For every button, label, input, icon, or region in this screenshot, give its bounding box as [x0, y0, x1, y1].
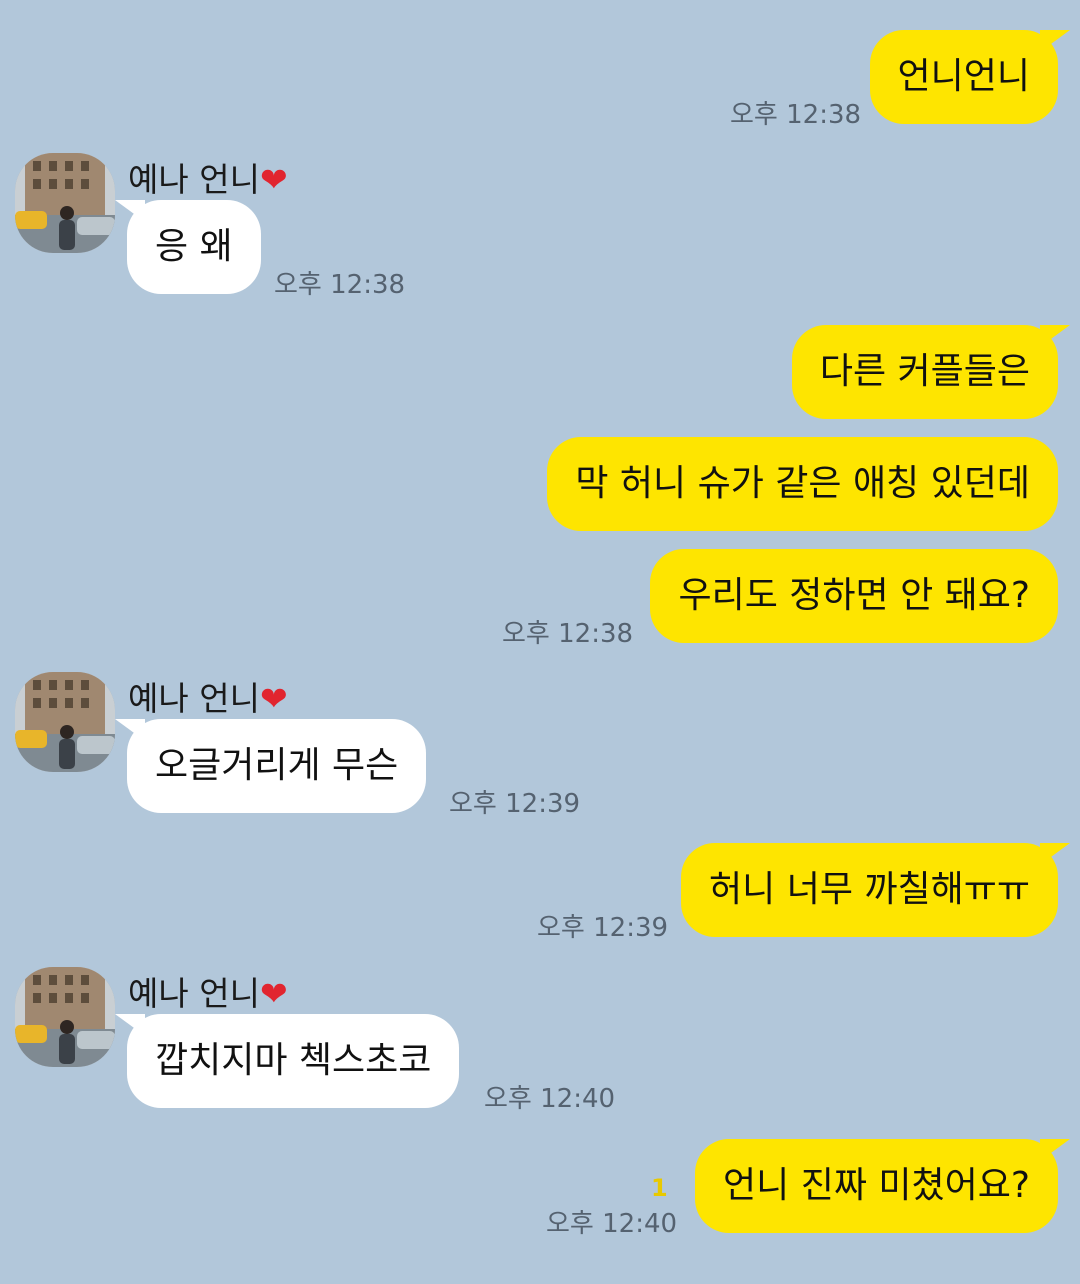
sender-name-text: 예나 언니	[128, 974, 260, 1013]
message-time: 오후 12:39	[537, 913, 669, 943]
sender-name-text: 예나 언니	[128, 679, 260, 718]
my-message-bubble[interactable]: 우리도 정하면 안 돼요?	[650, 549, 1058, 643]
message-text: 깝치지마 첵스초코	[155, 1040, 432, 1081]
avatar-photo	[15, 967, 115, 1067]
their-message-bubble[interactable]: 응 왜	[115, 200, 261, 294]
their-message-bubble[interactable]: 깝치지마 첵스초코	[114, 1014, 460, 1108]
message-time: 오후 12:40	[484, 1084, 616, 1114]
message-text: 막 허니 슈가 같은 애칭 있던데	[575, 463, 1030, 504]
message-text: 오글거리게 무슨	[155, 745, 399, 786]
message-text: 응 왜	[155, 226, 233, 267]
my-message-bubble[interactable]: 언니 진짜 미쳤어요?	[695, 1139, 1070, 1233]
my-message-bubble[interactable]: 다른 커플들은	[791, 325, 1071, 419]
their-message-bubble[interactable]: 오글거리게 무슨	[114, 719, 427, 813]
contact-avatar[interactable]	[15, 967, 115, 1067]
my-message-bubble[interactable]: 언니언니	[869, 30, 1071, 124]
message-time: 오후 12:39	[449, 789, 581, 819]
heart-icon: ❤	[259, 974, 288, 1013]
message-text: 우리도 정하면 안 돼요?	[678, 575, 1030, 616]
message-time: 오후 12:38	[730, 100, 862, 130]
my-message-bubble[interactable]: 막 허니 슈가 같은 애칭 있던데	[547, 437, 1058, 531]
message-time: 오후 12:38	[502, 619, 634, 649]
sender-name: 예나 언니❤	[128, 672, 288, 720]
avatar-photo	[15, 672, 115, 772]
my-message-bubble[interactable]: 허니 너무 까칠해ㅠㅠ	[681, 843, 1070, 937]
message-text: 허니 너무 까칠해ㅠㅠ	[709, 869, 1030, 910]
sender-name: 예나 언니❤	[128, 967, 288, 1015]
unread-count: 1	[651, 1174, 668, 1202]
heart-icon: ❤	[259, 679, 288, 718]
message-time: 오후 12:38	[274, 270, 406, 300]
message-text: 언니 진짜 미쳤어요?	[723, 1165, 1030, 1206]
message-text: 언니언니	[897, 56, 1030, 97]
chat-area[interactable]: 오후 12:38 언니언니 예나 언니❤ 응 왜 오후 12:38 다른 커플들…	[0, 0, 1080, 1284]
heart-icon: ❤	[259, 160, 288, 199]
avatar-photo	[15, 153, 115, 253]
contact-avatar[interactable]	[15, 672, 115, 772]
sender-name-text: 예나 언니	[128, 160, 260, 199]
sender-name: 예나 언니❤	[128, 153, 288, 201]
contact-avatar[interactable]	[15, 153, 115, 253]
message-time: 오후 12:40	[546, 1209, 678, 1239]
message-text: 다른 커플들은	[819, 351, 1030, 392]
